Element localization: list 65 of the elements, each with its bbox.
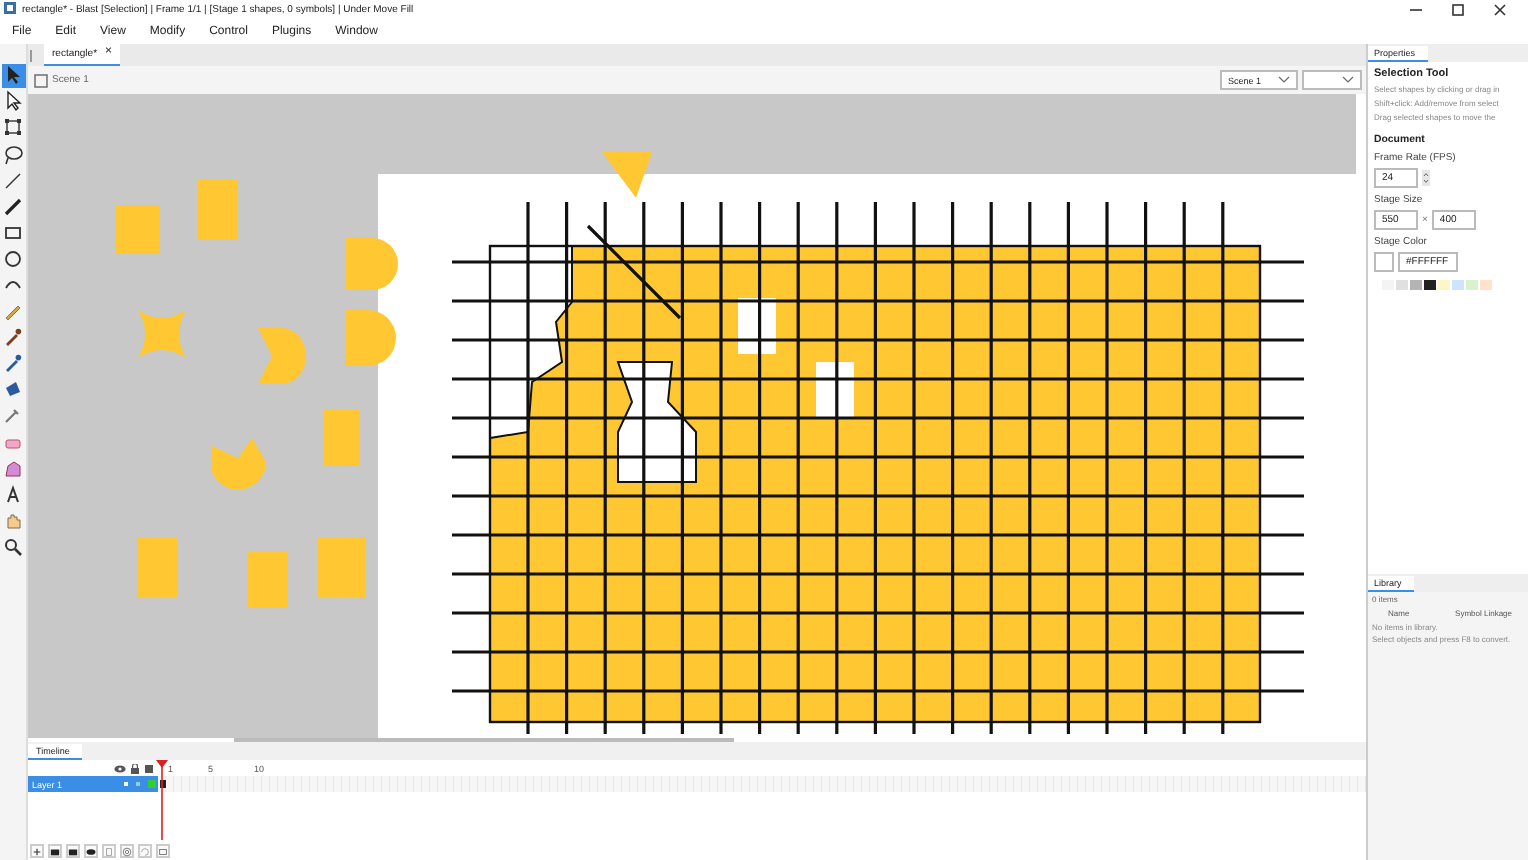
paint-bucket-icon bbox=[2, 378, 24, 401]
zoom-icon bbox=[2, 535, 24, 558]
rectangle-shape bbox=[116, 206, 160, 254]
text-icon bbox=[2, 483, 24, 506]
color-preset[interactable] bbox=[1410, 280, 1422, 290]
color-preset[interactable] bbox=[1452, 280, 1464, 290]
selection-arrow-icon bbox=[2, 64, 24, 87]
tool-button[interactable] bbox=[1, 90, 25, 114]
spinner-icon[interactable] bbox=[1422, 170, 1430, 186]
lock-icon[interactable] bbox=[130, 763, 140, 773]
eye-icon[interactable] bbox=[114, 763, 126, 773]
color-preset[interactable] bbox=[1382, 280, 1394, 290]
tool-button[interactable] bbox=[1, 168, 25, 192]
blob-icon bbox=[2, 457, 24, 480]
rectangle-shape bbox=[198, 180, 238, 240]
line-icon bbox=[2, 169, 24, 192]
lasso-icon bbox=[2, 143, 24, 166]
color-preset[interactable] bbox=[1466, 280, 1478, 290]
tool-button[interactable] bbox=[1, 378, 25, 402]
tool-button[interactable] bbox=[1, 247, 25, 271]
color-preset[interactable] bbox=[1480, 280, 1492, 290]
ellipse-icon bbox=[2, 247, 24, 270]
transform-icon bbox=[2, 116, 24, 139]
outline-icon[interactable] bbox=[144, 763, 154, 773]
tool-button[interactable] bbox=[1, 535, 25, 559]
rectangle-shape bbox=[248, 552, 288, 608]
pencil-icon bbox=[2, 300, 24, 323]
scene-icon bbox=[34, 73, 48, 87]
tool-button[interactable] bbox=[1, 325, 25, 349]
tool-button[interactable] bbox=[1, 64, 25, 87]
tool-button[interactable] bbox=[1, 116, 25, 140]
color-preset[interactable] bbox=[1438, 280, 1450, 290]
tool-button[interactable] bbox=[1, 483, 25, 506]
hand-icon bbox=[2, 509, 24, 532]
rectangle-shape bbox=[318, 538, 366, 598]
pen-icon bbox=[2, 352, 24, 375]
rectangle-shape bbox=[138, 538, 178, 598]
rectangle-icon bbox=[2, 221, 24, 244]
tool-button[interactable] bbox=[1, 352, 25, 376]
color-swatch[interactable] bbox=[1374, 252, 1394, 272]
chevron-down-icon bbox=[1342, 76, 1354, 84]
horizontal-scrollbar[interactable] bbox=[234, 738, 734, 742]
onion-skin-icon[interactable] bbox=[122, 845, 132, 857]
color-preset[interactable] bbox=[1424, 280, 1436, 290]
star-shape bbox=[138, 310, 186, 358]
chevron-down-icon bbox=[1278, 76, 1290, 84]
triangle-shape bbox=[602, 152, 652, 198]
pie-shape bbox=[212, 438, 266, 490]
color-preset[interactable] bbox=[1396, 280, 1408, 290]
eyedropper-icon bbox=[2, 404, 24, 427]
brush-icon bbox=[2, 326, 24, 349]
tool-button[interactable] bbox=[1, 142, 25, 166]
layer-color-icon[interactable] bbox=[148, 780, 156, 788]
thick-line-icon bbox=[2, 195, 24, 218]
tool-button[interactable] bbox=[1, 221, 25, 245]
add-layer-icon[interactable] bbox=[32, 845, 42, 857]
playhead-marker[interactable] bbox=[156, 760, 168, 840]
close-icon[interactable] bbox=[1492, 2, 1508, 18]
pie-shape bbox=[258, 328, 306, 384]
keyframe-icon[interactable] bbox=[160, 780, 166, 788]
maximize-icon[interactable] bbox=[1450, 2, 1466, 18]
tool-button[interactable] bbox=[1, 194, 25, 218]
eye-icon[interactable] bbox=[86, 845, 96, 857]
rectangle-shape bbox=[324, 410, 360, 466]
frame-icon[interactable] bbox=[158, 845, 168, 857]
